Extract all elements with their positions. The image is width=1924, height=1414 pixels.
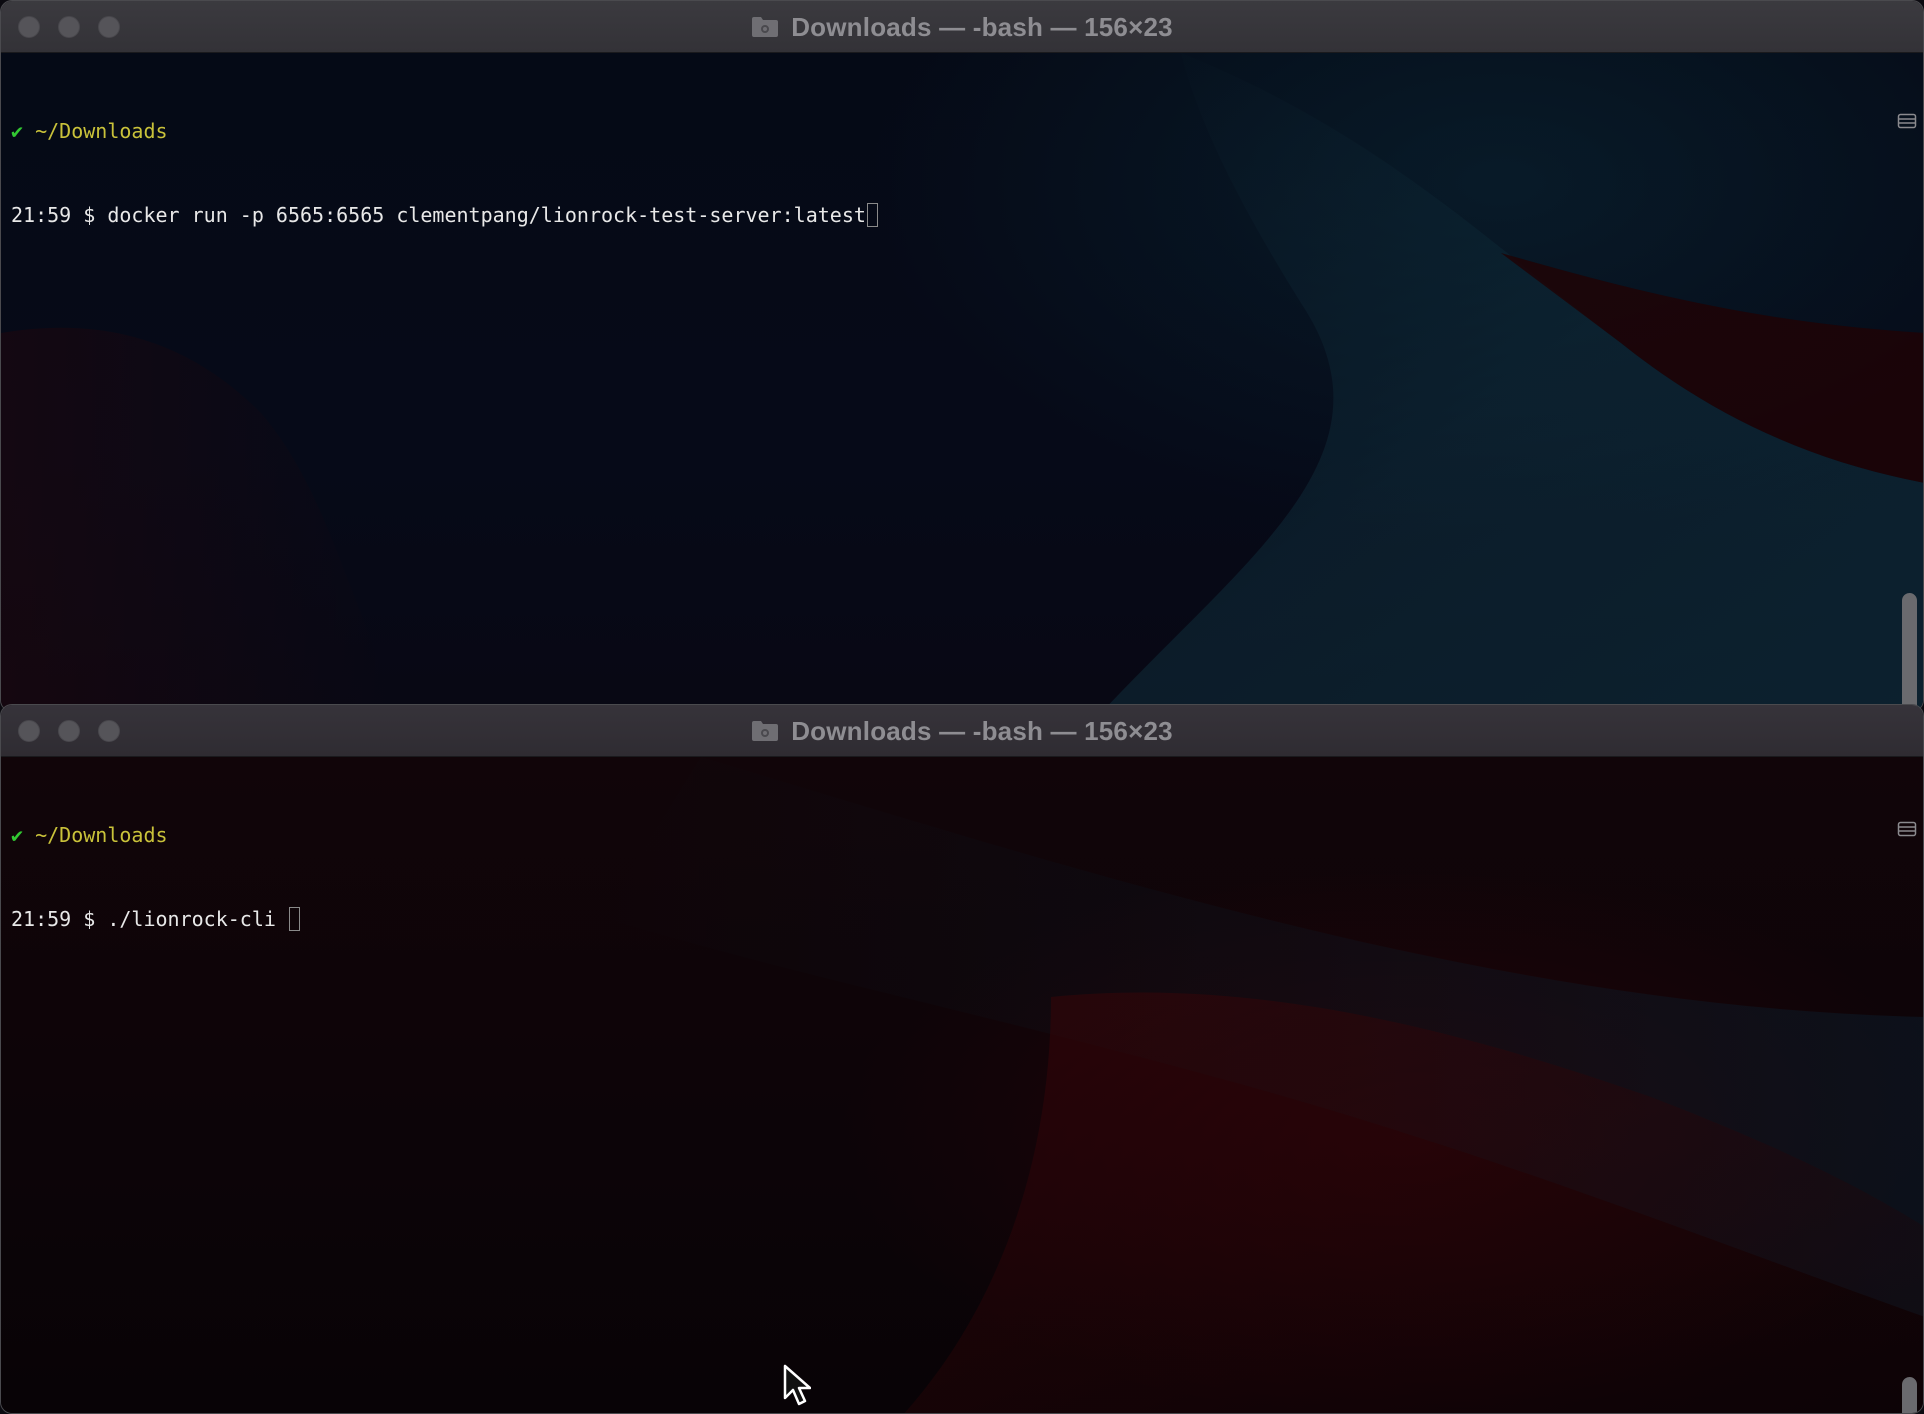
scroll-split-icon[interactable]: [1897, 111, 1917, 131]
terminal-window-bottom[interactable]: Downloads — -bash — 156×23 ✔ ~/Downloads…: [0, 704, 1924, 1414]
terminal-content[interactable]: ✔ ~/Downloads 21:59 $ docker run -p 6565…: [1, 53, 1923, 711]
prompt-time: 21:59 $: [11, 907, 108, 931]
window-title-text: Downloads — -bash — 156×23: [791, 715, 1173, 746]
check-icon: ✔: [11, 823, 24, 847]
text-cursor: [288, 907, 300, 931]
prompt-line-command: 21:59 $ ./lionrock-cli: [11, 905, 300, 933]
check-icon: ✔: [11, 119, 24, 143]
scrollbar-thumb[interactable]: [1902, 1377, 1917, 1413]
terminal-window-top[interactable]: Downloads — -bash — 156×23 ✔ ~/Downloads: [0, 0, 1924, 712]
terminal-output: ✔ ~/Downloads 21:59 $ ./lionrock-cli: [11, 765, 300, 989]
scroll-split-icon[interactable]: [1897, 819, 1917, 839]
terminal-output: ✔ ~/Downloads 21:59 $ docker run -p 6565…: [11, 61, 878, 285]
scrollbar-thumb[interactable]: [1902, 593, 1917, 711]
mouse-pointer-icon: [783, 1364, 811, 1406]
window-title: Downloads — -bash — 156×23: [1, 1, 1923, 53]
prompt-line-command: 21:59 $ docker run -p 6565:6565 clementp…: [11, 201, 878, 229]
window-title-text: Downloads — -bash — 156×23: [791, 11, 1173, 42]
window-title: Downloads — -bash — 156×23: [1, 705, 1923, 757]
prompt-path: ~/Downloads: [35, 119, 168, 143]
folder-icon: [751, 16, 779, 38]
prompt-line-path: ✔ ~/Downloads: [11, 117, 878, 145]
terminal-content[interactable]: ✔ ~/Downloads 21:59 $ ./lionrock-cli: [1, 757, 1923, 1413]
prompt-time: 21:59 $: [11, 203, 108, 227]
prompt-line-path: ✔ ~/Downloads: [11, 821, 300, 849]
title-bar[interactable]: Downloads — -bash — 156×23: [1, 1, 1923, 53]
title-bar[interactable]: Downloads — -bash — 156×23: [1, 705, 1923, 757]
prompt-path: ~/Downloads: [35, 823, 168, 847]
folder-icon: [751, 720, 779, 742]
text-cursor: [866, 203, 878, 227]
command-text: ./lionrock-cli: [107, 907, 288, 931]
command-text: docker run -p 6565:6565 clementpang/lion…: [107, 203, 866, 227]
